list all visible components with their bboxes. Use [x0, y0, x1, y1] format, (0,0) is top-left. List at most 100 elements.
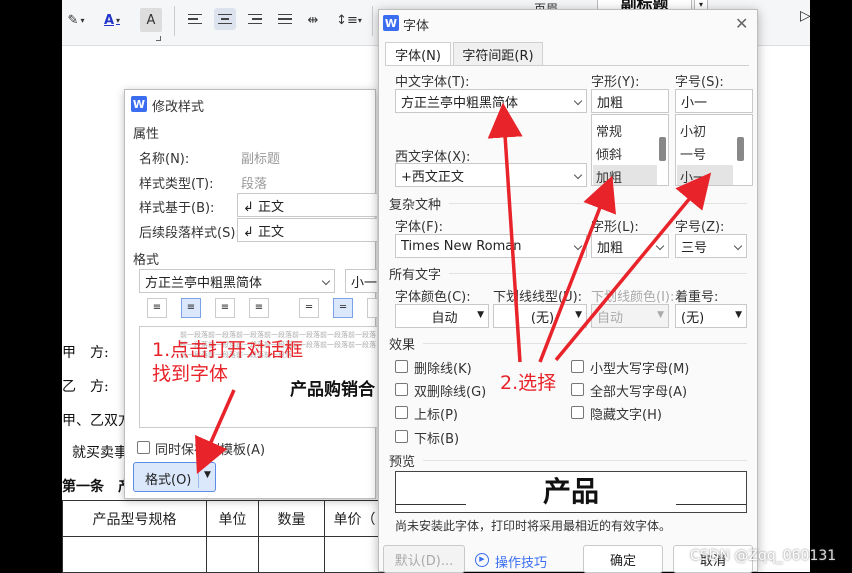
table-header-cell: 产品型号规格	[62, 500, 207, 537]
small-caps-checkbox[interactable]	[571, 360, 584, 373]
underline-style-select[interactable]: (无) ▼	[493, 304, 587, 328]
list-item[interactable]: 常规	[596, 121, 622, 140]
single-spacing-icon[interactable]: ═	[299, 298, 319, 318]
party-b-label: 乙 方:	[62, 379, 109, 395]
format-button-divider	[198, 466, 199, 488]
para-justify-icon[interactable]: ≡	[249, 298, 269, 318]
complex-style-value: 加粗	[597, 240, 624, 256]
default-button[interactable]: 默认(D)...	[383, 545, 465, 573]
annotation-step1: 1.点击打开对话框 找到字体	[152, 339, 304, 385]
font-group-launcher-icon[interactable]	[156, 36, 161, 41]
para-align-right-icon[interactable]: ≡	[215, 298, 235, 318]
style-font-select[interactable]: 方正兰亭中粗黑简体	[139, 269, 335, 293]
select-icon[interactable]: ▷	[800, 8, 811, 24]
list-item[interactable]: 倾斜	[596, 144, 622, 163]
font-missing-note: 尚未安装此字体，打印时将采用最相近的有效字体。	[395, 519, 672, 533]
align-right-icon[interactable]	[244, 8, 266, 30]
font-color-select[interactable]: 自动 ▼	[395, 304, 489, 328]
complex-size-select[interactable]: 三号	[675, 234, 747, 258]
all-caps-checkbox[interactable]	[571, 383, 584, 396]
chinese-font-value: 方正兰亭中粗黑简体	[401, 95, 519, 111]
subscript-label: 下标(B)	[414, 432, 460, 447]
close-icon[interactable]: ✕	[735, 14, 748, 33]
strikethrough-checkbox[interactable]	[395, 360, 408, 373]
format-button[interactable]: 格式(O) ▼	[133, 462, 216, 492]
font-color-icon[interactable]: A ▾	[98, 8, 126, 32]
effects-section-label: 效果	[389, 338, 416, 353]
font-style-list[interactable]: 常规 倾斜 加粗	[591, 114, 669, 186]
align-left-icon[interactable]	[184, 8, 206, 30]
small-caps-label: 小型大写字母(M)	[590, 362, 690, 377]
underline-style-label: 下划线线型(U):	[493, 290, 583, 305]
table-header-cell: 单价（	[324, 500, 385, 537]
char-shading-icon[interactable]: A	[140, 8, 162, 32]
chevron-down-icon	[733, 241, 743, 251]
chinese-font-label: 中文字体(T):	[395, 75, 470, 90]
dropdown-arrow-icon: ▼	[735, 310, 742, 320]
font-style-label: 字形(Y):	[591, 75, 640, 90]
wps-logo-icon: W	[131, 96, 147, 112]
font-dialog-title: 字体	[403, 19, 430, 34]
list-item[interactable]: 一号	[680, 144, 706, 163]
font-size-input[interactable]: 小一	[675, 89, 753, 113]
hidden-text-checkbox[interactable]	[571, 406, 584, 419]
section-divider	[449, 273, 747, 274]
highlight-icon[interactable]: ✎ ▾	[62, 8, 90, 32]
superscript-checkbox[interactable]	[395, 406, 408, 419]
emphasis-select[interactable]: (无) ▼	[675, 304, 747, 328]
list-item[interactable]: 小一	[680, 167, 706, 186]
complex-style-select[interactable]: 加粗	[591, 234, 669, 258]
font-preview-text: 产品	[542, 475, 599, 508]
emphasis-value: (无)	[681, 310, 705, 326]
section-divider	[423, 460, 747, 461]
complex-font-label: 字体(F):	[395, 220, 444, 235]
play-icon[interactable]: ▶	[475, 553, 489, 567]
chinese-font-select[interactable]: 方正兰亭中粗黑简体	[395, 89, 587, 113]
scrollbar-thumb[interactable]	[737, 137, 744, 161]
complex-font-select[interactable]: Times New Roman	[395, 234, 587, 258]
list-item[interactable]: 加粗	[596, 167, 622, 186]
underline-style-value: (无)	[530, 310, 555, 326]
dropdown-arrow-icon[interactable]: ▼	[204, 470, 211, 480]
scrollbar-thumb[interactable]	[659, 137, 666, 161]
all-caps-label: 全部大写字母(A)	[590, 385, 688, 400]
style-type-value[interactable]: 段落	[241, 173, 267, 192]
double-spacing-icon[interactable]	[367, 298, 377, 318]
name-value[interactable]: 副标题	[241, 148, 280, 167]
next-style-select[interactable]: ↲ 正文	[237, 218, 377, 242]
underline-color-select: 自动 ▼	[591, 304, 669, 328]
based-on-select[interactable]: ↲ 正文	[237, 193, 377, 217]
font-size-list[interactable]: 小初 一号 小一	[675, 114, 753, 186]
distributed-icon[interactable]: ⇹	[302, 8, 324, 32]
para-align-left-icon[interactable]: ≡	[147, 298, 167, 318]
justify-icon[interactable]	[274, 8, 296, 30]
underline-color-label: 下划线颜色(I):	[591, 290, 675, 305]
tips-link[interactable]: 操作技巧	[495, 552, 547, 571]
annotation-step2: 2.选择	[500, 372, 557, 394]
western-font-select[interactable]: +西文正文	[395, 163, 587, 187]
double-strikethrough-checkbox[interactable]	[395, 383, 408, 396]
subscript-checkbox[interactable]	[395, 430, 408, 443]
line-spacing-icon[interactable]: ↕≡ ▾	[334, 8, 364, 32]
hidden-text-label: 隐藏文字(H)	[590, 408, 662, 423]
font-style-input[interactable]: 加粗	[591, 89, 669, 113]
right-edge	[810, 0, 852, 572]
complex-font-value: Times New Roman	[401, 238, 522, 254]
list-item[interactable]: 小初	[680, 121, 706, 140]
watermark: CSDN @Zqq_060131	[690, 548, 837, 564]
style-size-select[interactable]: 小一	[345, 269, 377, 293]
double-strikethrough-label: 双删除线(G)	[414, 385, 487, 400]
align-center-icon[interactable]	[214, 8, 236, 30]
tab-character-spacing[interactable]: 字符间距(R)	[453, 42, 543, 66]
tab-font[interactable]: 字体(N)	[385, 42, 451, 66]
tab-baseline	[385, 65, 749, 66]
save-template-checkbox[interactable]	[137, 441, 150, 454]
emphasis-label: 着重号:	[675, 290, 719, 305]
font-color-value: 自动	[431, 310, 458, 326]
both-parties-text: 甲、乙双方	[62, 413, 132, 429]
onehalf-spacing-icon[interactable]: ═	[333, 298, 353, 318]
para-align-center-icon[interactable]: ≡	[181, 298, 201, 318]
section-divider	[423, 343, 747, 344]
ok-button[interactable]: 确定	[583, 545, 663, 573]
preview-section-label: 预览	[389, 455, 416, 470]
